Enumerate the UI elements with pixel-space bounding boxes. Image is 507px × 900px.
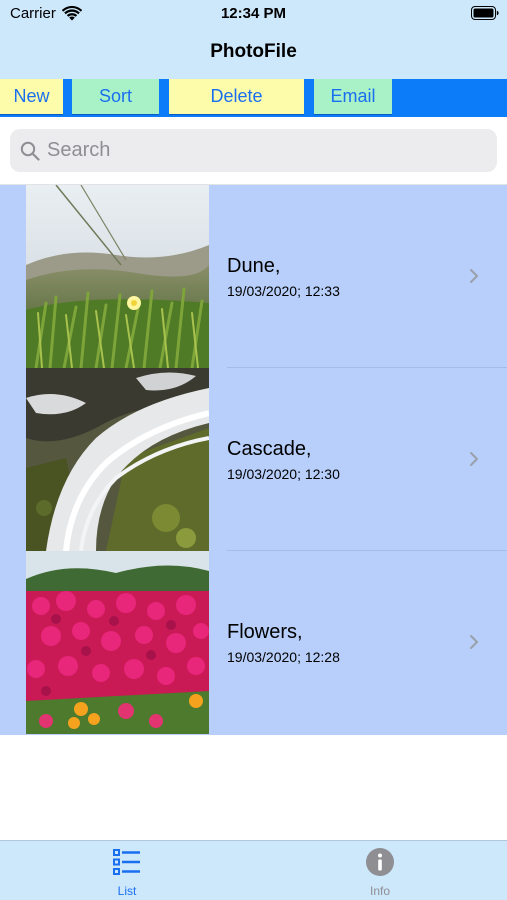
status-bar: Carrier 12:34 PM bbox=[0, 0, 507, 28]
photo-list: Dune, 19/03/2020; 12:33 Cascade, 19/03/2… bbox=[0, 185, 507, 735]
chevron-right-icon bbox=[470, 269, 478, 283]
tab-label: List bbox=[117, 884, 137, 898]
list-item-cascade[interactable]: Cascade, 19/03/2020; 12:30 bbox=[0, 368, 507, 551]
page-title: PhotoFile bbox=[210, 41, 297, 62]
status-time: 12:34 PM bbox=[220, 5, 287, 22]
search-input[interactable] bbox=[47, 139, 467, 162]
search-bar[interactable] bbox=[10, 129, 497, 172]
new-button[interactable]: New bbox=[0, 79, 63, 115]
info-icon bbox=[366, 848, 394, 876]
cascade-photo bbox=[26, 368, 209, 551]
item-date: 19/03/2020; 12:33 bbox=[227, 283, 340, 299]
email-button[interactable]: Email bbox=[314, 79, 392, 115]
list-item-flowers[interactable]: Flowers, 19/03/2020; 12:28 bbox=[0, 551, 507, 734]
chevron-right-icon bbox=[470, 452, 478, 466]
chevron-right-icon bbox=[470, 635, 478, 649]
delete-button[interactable]: Delete bbox=[169, 79, 304, 115]
item-title: Flowers, bbox=[227, 621, 303, 643]
search-icon bbox=[20, 141, 40, 161]
item-title: Dune, bbox=[227, 255, 281, 277]
tab-list[interactable]: List bbox=[67, 847, 187, 898]
tab-label: Info bbox=[369, 884, 390, 898]
tab-bar: List Info bbox=[0, 840, 507, 900]
tab-info[interactable]: Info bbox=[320, 847, 440, 898]
list-icon bbox=[113, 849, 140, 875]
item-date: 19/03/2020; 12:30 bbox=[227, 466, 340, 482]
item-title: Cascade, bbox=[227, 438, 312, 460]
item-date: 19/03/2020; 12:28 bbox=[227, 649, 340, 665]
flowers-photo bbox=[26, 551, 209, 734]
dune-photo bbox=[26, 185, 209, 368]
battery-icon bbox=[471, 6, 499, 20]
toolbar: New Sort Delete Email bbox=[0, 79, 507, 117]
list-item-dune[interactable]: Dune, 19/03/2020; 12:33 bbox=[0, 185, 507, 368]
sort-button[interactable]: Sort bbox=[72, 79, 159, 115]
